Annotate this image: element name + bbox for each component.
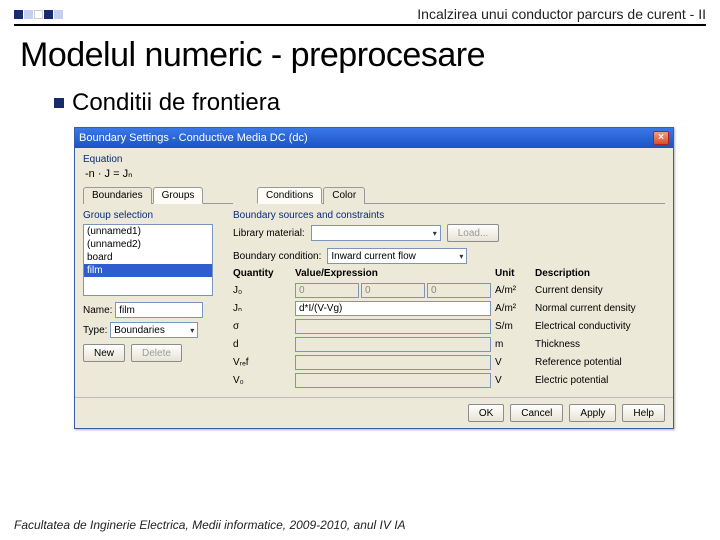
sources-label: Boundary sources and constraints — [233, 210, 665, 221]
left-tabstrip: Boundaries Groups — [83, 186, 233, 204]
tab-boundaries[interactable]: Boundaries — [83, 187, 152, 204]
close-icon[interactable]: × — [653, 131, 669, 145]
subtitle-text: Conditii de frontiera — [72, 89, 280, 117]
vref-input — [295, 355, 491, 370]
name-label: Name: — [83, 305, 112, 316]
group-selection-list[interactable]: (unnamed1) (unnamed2) board film — [83, 224, 213, 296]
dialog-footer: OK Cancel Apply Help — [75, 397, 673, 428]
param-row: V₀ V Electric potential — [233, 371, 665, 389]
tab-groups[interactable]: Groups — [153, 187, 204, 204]
dialog-titlebar[interactable]: Boundary Settings - Conductive Media DC … — [75, 128, 673, 148]
list-item-selected[interactable]: film — [84, 264, 212, 277]
library-dropdown[interactable]: ▾ — [311, 225, 441, 241]
param-row: Vᵣₑf V Reference potential — [233, 353, 665, 371]
equation-label: Equation — [83, 154, 665, 165]
name-input[interactable] — [115, 302, 203, 318]
bc-label: Boundary condition: — [233, 251, 321, 262]
equation-text: -n · J = Jₙ — [85, 167, 665, 180]
delete-button[interactable]: Delete — [131, 344, 182, 362]
chevron-down-icon: ▾ — [190, 326, 194, 335]
new-button[interactable]: New — [83, 344, 125, 362]
d-input — [295, 337, 491, 352]
type-label: Type: — [83, 325, 107, 336]
header-title: Incalzirea unui conductor parcurs de cur… — [63, 6, 706, 22]
subtitle-row: Conditii de frontiera — [54, 89, 706, 117]
cancel-button[interactable]: Cancel — [510, 404, 563, 422]
j0-y-input — [361, 283, 425, 298]
list-item[interactable]: (unnamed2) — [84, 238, 212, 251]
type-dropdown[interactable]: Boundaries▾ — [110, 322, 198, 338]
param-row: σ S/m Electrical conductivity — [233, 317, 665, 335]
right-tabstrip: Conditions Color — [257, 186, 665, 204]
load-button[interactable]: Load... — [447, 224, 500, 242]
group-selection-label: Group selection — [83, 210, 223, 221]
boundary-settings-dialog: Boundary Settings - Conductive Media DC … — [74, 127, 674, 429]
tab-conditions[interactable]: Conditions — [257, 187, 322, 204]
header-decor — [14, 10, 63, 19]
j0-x-input — [295, 283, 359, 298]
chevron-down-icon: ▾ — [433, 229, 437, 238]
apply-button[interactable]: Apply — [569, 404, 616, 422]
help-button[interactable]: Help — [622, 404, 665, 422]
param-row: J₀ A/m² Current density — [233, 281, 665, 299]
v0-input — [295, 373, 491, 388]
slide-footer: Facultatea de Inginerie Electrica, Medii… — [14, 518, 406, 532]
slide-title: Modelul numeric - preprocesare — [20, 36, 706, 75]
tab-color[interactable]: Color — [323, 187, 365, 204]
list-item[interactable]: (unnamed1) — [84, 225, 212, 238]
param-row: Jₙ A/m² Normal current density — [233, 299, 665, 317]
jn-input[interactable] — [295, 301, 491, 316]
library-label: Library material: — [233, 228, 305, 239]
sigma-input — [295, 319, 491, 334]
chevron-down-icon: ▾ — [459, 252, 463, 261]
slide-header: Incalzirea unui conductor parcurs de cur… — [14, 6, 706, 26]
bullet-icon — [54, 98, 64, 108]
dialog-title: Boundary Settings - Conductive Media DC … — [79, 132, 653, 144]
list-item[interactable]: board — [84, 251, 212, 264]
j0-z-input — [427, 283, 491, 298]
bc-dropdown[interactable]: Inward current flow▾ — [327, 248, 467, 264]
param-row: d m Thickness — [233, 335, 665, 353]
ok-button[interactable]: OK — [468, 404, 504, 422]
param-header-row: Quantity Value/Expression Unit Descripti… — [233, 268, 665, 279]
